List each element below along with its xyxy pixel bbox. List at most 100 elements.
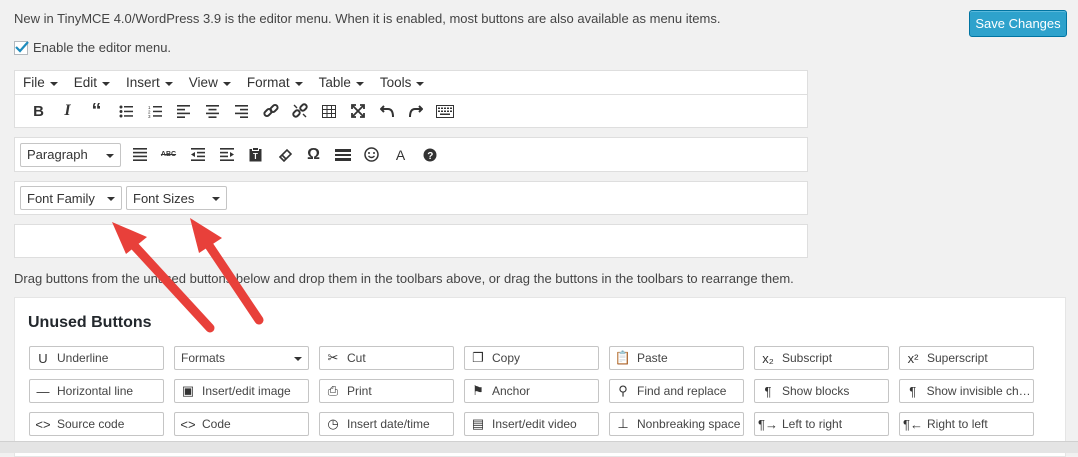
unused-button-print[interactable]: ⎙ Print	[319, 379, 454, 403]
menu-edit[interactable]: Edit	[66, 75, 118, 90]
align-center-icon[interactable]	[198, 99, 227, 123]
horizontal-line-icon: —	[36, 383, 50, 399]
unused-button-source-code[interactable]: <> Source code	[29, 412, 164, 436]
copy-icon: ❐	[472, 350, 484, 365]
unused-button-cut[interactable]: ✂ Cut	[319, 346, 454, 370]
editor-menubar: File Edit Insert View Format Table Tools	[14, 70, 808, 94]
bullet-list-icon[interactable]	[111, 99, 140, 123]
font-family-select-value: Font Family	[27, 190, 95, 206]
toolbar-1: B I “ 123	[14, 94, 808, 128]
unused-button-label: Subscript	[782, 351, 833, 365]
toolbar-4-empty[interactable]	[14, 224, 808, 258]
horizontal-rule-icon[interactable]	[328, 143, 357, 167]
unused-button-insert-edit-image[interactable]: ▣ Insert/edit image	[174, 379, 309, 403]
enable-menu-row[interactable]: Enable the editor menu.	[14, 40, 171, 55]
unused-button-nonbreaking-space[interactable]: ⊥ Nonbreaking space	[609, 412, 744, 436]
numbered-list-icon[interactable]: 123	[140, 99, 169, 123]
outdent-icon[interactable]	[183, 143, 212, 167]
align-left-icon[interactable]	[169, 99, 198, 123]
format-select[interactable]: Paragraph	[20, 142, 121, 167]
unlink-icon[interactable]	[285, 99, 314, 123]
show-invisible-cha-icon: ¶	[909, 383, 917, 399]
save-changes-button[interactable]: Save Changes	[969, 10, 1067, 37]
chevron-down-icon	[49, 81, 58, 86]
horizontal-scrollbar[interactable]	[0, 441, 1078, 453]
unused-button-label: Underline	[57, 351, 109, 365]
insert-edit-video-icon: ▤	[471, 416, 485, 431]
unused-button-label: Insert date/time	[347, 417, 430, 431]
unused-button-show-invisible-cha[interactable]: ¶ Show invisible cha...	[899, 379, 1034, 403]
unused-button-insert-date-time[interactable]: ◷ Insert date/time	[319, 412, 454, 436]
bold-icon[interactable]: B	[24, 99, 53, 123]
strikethrough-icon[interactable]: ABC	[154, 143, 183, 167]
chevron-down-icon	[416, 81, 425, 86]
help-icon[interactable]: ?	[415, 143, 444, 167]
unused-button-horizontal-line[interactable]: — Horizontal line	[29, 379, 164, 403]
menu-view[interactable]: View	[181, 75, 239, 90]
format-select-value: Paragraph	[27, 147, 88, 162]
chevron-down-icon	[294, 357, 302, 361]
unused-button-label: Left to right	[782, 417, 843, 431]
unused-button-insert-edit-video[interactable]: ▤ Insert/edit video	[464, 412, 599, 436]
blockquote-icon[interactable]: “	[82, 99, 111, 123]
menu-insert[interactable]: Insert	[118, 75, 181, 90]
anchor-icon: ⚑	[472, 383, 484, 398]
clear-formatting-icon[interactable]	[270, 143, 299, 167]
undo-icon[interactable]	[372, 99, 401, 123]
unused-button-anchor[interactable]: ⚑ Anchor	[464, 379, 599, 403]
text-color-icon[interactable]: A	[386, 143, 415, 167]
unused-button-superscript[interactable]: x² Superscript	[899, 346, 1034, 370]
unused-button-copy[interactable]: ❐ Copy	[464, 346, 599, 370]
toolbar-2: Paragraph ABC T Ω A ?	[14, 137, 808, 172]
unused-button-label: Formats	[181, 351, 226, 365]
kitchen-sink-icon[interactable]	[430, 99, 459, 123]
unused-button-label: Insert/edit image	[202, 384, 291, 398]
unused-button-code[interactable]: <> Code	[174, 412, 309, 436]
menu-table[interactable]: Table	[311, 75, 372, 90]
unused-button-show-blocks[interactable]: ¶ Show blocks	[754, 379, 889, 403]
drag-help-text: Drag buttons from the unused buttons bel…	[14, 271, 794, 286]
link-icon[interactable]	[256, 99, 285, 123]
enable-menu-checkbox[interactable]	[14, 40, 29, 55]
justify-icon[interactable]	[125, 143, 154, 167]
italic-icon[interactable]: I	[53, 99, 82, 123]
font-family-select[interactable]: Font Family	[20, 186, 122, 210]
svg-text:3: 3	[148, 114, 151, 118]
fullscreen-icon[interactable]	[343, 99, 372, 123]
unused-button-subscript[interactable]: x₂ Subscript	[754, 346, 889, 370]
menu-format[interactable]: Format	[239, 75, 311, 90]
unused-button-underline[interactable]: U Underline	[29, 346, 164, 370]
unused-button-find-and-replace[interactable]: ⚲ Find and replace	[609, 379, 744, 403]
emoticon-icon[interactable]	[357, 143, 386, 167]
chevron-down-icon	[102, 81, 111, 86]
unused-button-label: Find and replace	[637, 384, 727, 398]
menu-tools[interactable]: Tools	[372, 75, 433, 90]
unused-button-label: Source code	[57, 417, 125, 431]
indent-icon[interactable]	[212, 143, 241, 167]
paste-text-icon[interactable]: T	[241, 143, 270, 167]
unused-button-label: Insert/edit video	[492, 417, 577, 431]
enable-menu-label: Enable the editor menu.	[33, 40, 172, 55]
unused-button-label: Paste	[637, 351, 668, 365]
unused-button-left-to-right[interactable]: ¶→ Left to right	[754, 412, 889, 436]
unused-button-paste[interactable]: 📋 Paste	[609, 346, 744, 370]
unused-button-label: Code	[202, 417, 231, 431]
unused-button-right-to-left[interactable]: ¶← Right to left	[899, 412, 1034, 436]
unused-button-formats[interactable]: Formats	[174, 346, 309, 370]
unused-button-label: Anchor	[492, 384, 531, 398]
chevron-down-icon	[355, 81, 364, 86]
chevron-down-icon	[106, 153, 114, 158]
print-icon: ⎙	[327, 383, 339, 398]
omega-icon[interactable]: Ω	[299, 143, 328, 167]
unused-button-label: Horizontal line	[57, 384, 134, 398]
font-sizes-select[interactable]: Font Sizes	[126, 186, 227, 210]
unused-button-label: Cut	[347, 351, 366, 365]
redo-icon[interactable]	[401, 99, 430, 123]
menu-file[interactable]: File	[15, 75, 66, 90]
left-to-right-icon: ¶→	[758, 416, 778, 432]
unused-button-label: Copy	[492, 351, 521, 365]
unused-button-label: Right to left	[927, 417, 988, 431]
insert-edit-image-icon: ▣	[181, 383, 195, 398]
table-icon[interactable]	[314, 99, 343, 123]
align-right-icon[interactable]	[227, 99, 256, 123]
